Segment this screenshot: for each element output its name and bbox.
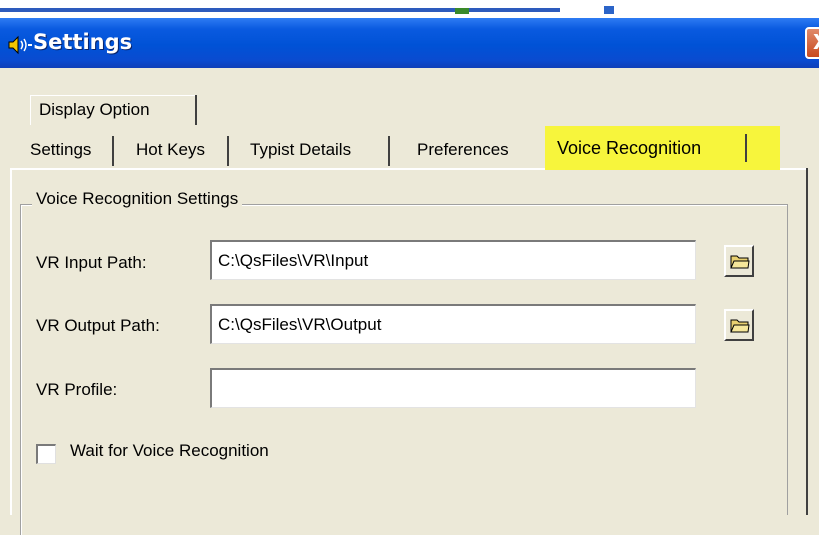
vr-output-path-label: VR Output Path:: [36, 316, 160, 335]
tab-settings[interactable]: Settings: [22, 136, 114, 166]
panel-border: [10, 168, 545, 170]
close-icon: X: [813, 30, 819, 54]
background-app-mark: [604, 6, 614, 14]
tab-edge: [195, 95, 197, 125]
vr-input-path-label: VR Input Path:: [36, 253, 147, 272]
background-app-mark: [455, 8, 469, 14]
panel-border: [10, 170, 12, 515]
tab-display-option[interactable]: Display Option: [30, 95, 196, 125]
vr-input-path-field[interactable]: C:\QsFiles\VR\Input: [210, 240, 696, 280]
vr-profile-field[interactable]: [210, 368, 696, 408]
tab-voice-recognition[interactable]: Voice Recognition: [545, 126, 780, 170]
vr-profile-label: VR Profile:: [36, 380, 118, 399]
tab-voice-recognition-label: Voice Recognition: [557, 138, 702, 158]
browse-output-path-button[interactable]: [724, 309, 754, 341]
wait-for-voice-recognition-checkbox[interactable]: [36, 444, 56, 464]
panel-border: [806, 168, 808, 515]
speaker-icon: [8, 35, 32, 55]
groupbox-title: Voice Recognition Settings: [32, 189, 243, 209]
browse-input-path-button[interactable]: [724, 245, 754, 277]
tab-hot-keys[interactable]: Hot Keys: [126, 136, 229, 166]
folder-icon: [730, 255, 750, 269]
tab-typist-details[interactable]: Typist Details: [240, 136, 390, 166]
wait-for-voice-recognition-label[interactable]: Wait for Voice Recognition: [70, 441, 269, 461]
vr-output-path-field[interactable]: C:\QsFiles\VR\Output: [210, 304, 696, 344]
groupbox-edge: [787, 204, 788, 515]
tab-edge: [745, 134, 747, 162]
window-title: Settings: [33, 30, 133, 54]
tab-preferences[interactable]: Preferences: [405, 136, 535, 166]
folder-icon: [730, 319, 750, 333]
background-strip: [0, 0, 819, 20]
close-button[interactable]: X: [805, 27, 819, 59]
background-app-bar: [0, 8, 560, 12]
panel-border: [780, 168, 808, 170]
